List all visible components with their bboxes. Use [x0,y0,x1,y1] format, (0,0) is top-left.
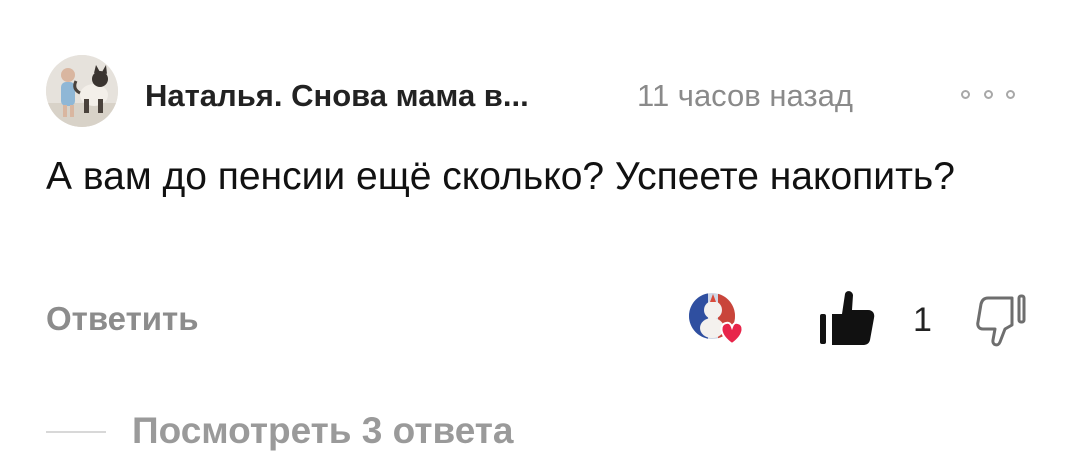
comment-timestamp: 11 часов назад [637,78,853,113]
comment-card: Наталья. Снова мама в... 11 часов назад … [0,0,1079,465]
view-replies-button[interactable]: Посмотреть 3 ответа [132,410,514,452]
like-count: 1 [913,301,932,339]
more-options-icon[interactable] [961,86,1015,102]
more-dot [1006,89,1015,99]
replies-divider [46,431,106,433]
dislike-button[interactable] [976,292,1028,348]
reply-button[interactable]: Ответить [46,300,199,338]
thumbs-down-icon [976,294,1026,347]
comment-text: А вам до пенсии ещё сколько? Успеете нак… [46,155,955,198]
avatar-image [46,55,118,127]
user-avatar[interactable] [46,55,118,127]
author-name[interactable]: Наталья. Снова мама в... [145,78,529,114]
like-button[interactable] [818,288,876,348]
author-heart-icon [689,293,744,346]
thumbs-up-icon [820,291,875,345]
more-dot [983,89,993,99]
author-heart-avatar [688,292,744,348]
more-dot [961,89,970,99]
